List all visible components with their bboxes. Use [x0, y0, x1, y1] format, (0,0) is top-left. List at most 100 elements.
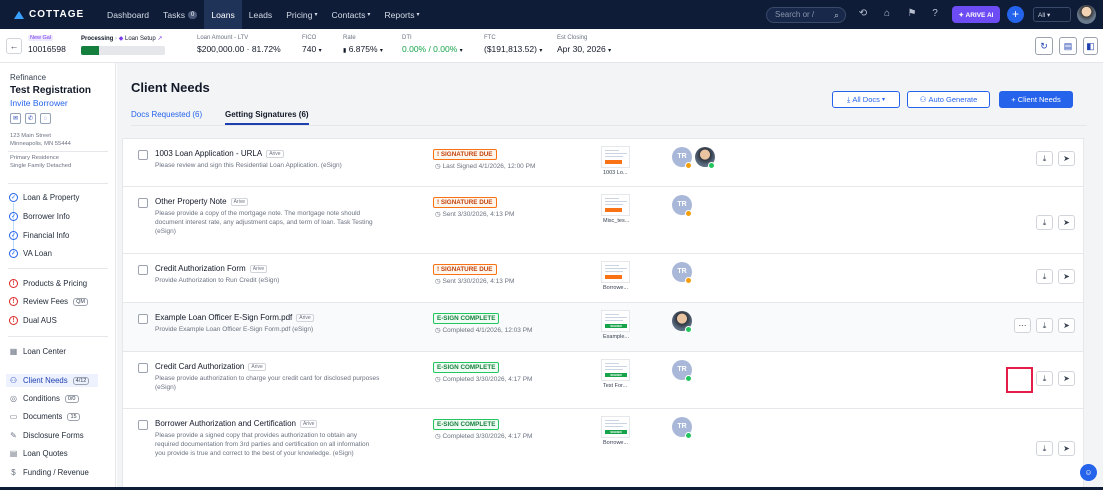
source-tag: Arive — [248, 362, 266, 371]
clock-icon: ◷ — [435, 376, 441, 383]
quote-icon: ▤ — [9, 449, 18, 458]
sidebar-item-loan-center[interactable]: ▦ Loan Center — [9, 347, 66, 356]
download-button[interactable]: ⤓ — [1036, 269, 1053, 284]
all-docs-dropdown[interactable]: ⤓ All Docs ▾ — [832, 91, 900, 108]
expand-icon[interactable]: ◧ — [1083, 37, 1098, 55]
flag-icon[interactable]: ⚑ — [906, 8, 918, 20]
sidebar-item-borrower-info[interactable]: ✓ Borrower Info — [9, 212, 70, 221]
sidebar-item-dual-aus[interactable]: ! Dual AUS — [9, 316, 57, 325]
create-button[interactable]: + — [1007, 6, 1024, 23]
thumbnail-label: 1003 Lo... — [603, 170, 628, 176]
message-icon[interactable]: ▤ — [1059, 37, 1077, 55]
sidebar-item-documents[interactable]: ▭ Documents 15 — [9, 412, 80, 421]
documents-count: 15 — [67, 412, 80, 421]
status-badge: ! SIGNATURE DUE — [433, 197, 497, 208]
table-row[interactable]: 1003 Loan Application - URLA Arive Please… — [123, 139, 1083, 187]
nav-leads[interactable]: Leads — [242, 0, 279, 29]
help-chat-button[interactable]: ☺ — [1080, 464, 1097, 481]
row-checkbox[interactable] — [138, 150, 148, 160]
download-button[interactable]: ⤓ — [1036, 318, 1053, 333]
download-button[interactable]: ⤓ — [1036, 215, 1053, 230]
loan-number: 10016598 — [28, 44, 66, 54]
sidebar-item-conditions[interactable]: ◎ Conditions 0/0 — [9, 394, 79, 403]
est-closing-value: Apr 30, 2026 — [557, 44, 606, 54]
help-icon[interactable]: ? — [929, 8, 941, 20]
nav-loans[interactable]: Loans — [204, 0, 242, 29]
document-thumbnail[interactable]: SIGNED — [601, 310, 630, 332]
sidebar-item-funding-revenue[interactable]: $ Funding / Revenue — [9, 468, 89, 477]
send-button[interactable]: ➤ — [1058, 215, 1075, 230]
download-button[interactable]: ⤓ — [1036, 441, 1053, 456]
status-date: Completed 3/30/2026, 4:17 PM — [442, 433, 533, 440]
nav-contacts[interactable]: Contacts ▾ — [325, 0, 378, 29]
row-checkbox[interactable] — [138, 198, 148, 208]
email-icon[interactable]: ✉ — [10, 113, 21, 124]
send-button[interactable]: ➤ — [1058, 371, 1075, 386]
nav-tasks[interactable]: Tasks 0 — [156, 0, 204, 29]
chevron-down-icon: ▾ — [367, 12, 371, 18]
table-row[interactable]: Example Loan Officer E-Sign Form.pdf Ariv… — [123, 303, 1083, 352]
document-thumbnail[interactable] — [601, 194, 630, 216]
loan-purpose: Refinance — [10, 73, 47, 82]
fico-value: 740 — [302, 44, 317, 54]
search-input[interactable]: Search or / ⌕ — [766, 7, 846, 23]
sidebar-item-financial-info[interactable]: ✓ Financial Info — [9, 231, 69, 240]
status-badge: E-SIGN COMPLETE — [433, 362, 500, 373]
nav-reports[interactable]: Reports ▾ — [377, 0, 426, 29]
row-checkbox[interactable] — [138, 420, 148, 430]
fico-label: FICO — [302, 35, 317, 41]
refresh-icon[interactable]: ↻ — [1035, 37, 1053, 55]
tab-docs-requested[interactable]: Docs Requested (6) — [131, 110, 202, 123]
sidebar-item-disclosure-forms[interactable]: ✎ Disclosure Forms — [9, 431, 84, 440]
sidebar-item-client-needs[interactable]: ⚇ Client Needs 4/12 — [6, 374, 98, 387]
download-button[interactable]: ⤓ — [1036, 371, 1053, 386]
more-options-button[interactable]: ⋯ — [1014, 318, 1031, 333]
chat-icon[interactable]: ◌ — [40, 113, 51, 124]
qm-pill: QM — [73, 297, 88, 306]
nav-pricing[interactable]: Pricing ▾ — [279, 0, 324, 29]
nav-dashboard[interactable]: Dashboard — [100, 0, 156, 29]
document-thumbnail[interactable] — [601, 261, 630, 283]
company-select[interactable]: All ▾ — [1033, 7, 1071, 22]
user-avatar[interactable] — [1077, 5, 1096, 24]
document-icon: ▭ — [9, 412, 18, 421]
table-row[interactable]: Credit Card Authorization Arive Please pr… — [123, 352, 1083, 409]
sidebar-item-products-pricing[interactable]: ! Products & Pricing — [9, 279, 87, 288]
send-button[interactable]: ➤ — [1058, 269, 1075, 284]
row-checkbox[interactable] — [138, 265, 148, 275]
sidebar-item-review-fees[interactable]: ! Review Fees QM — [9, 297, 88, 306]
loan-amount-label: Loan Amount - LTV — [197, 35, 249, 41]
back-button[interactable]: ← — [6, 38, 22, 54]
history-icon[interactable]: ⟲ — [857, 8, 869, 20]
send-button[interactable]: ➤ — [1058, 151, 1075, 166]
arive-ai-button[interactable]: ✦ ARIVE AI — [952, 6, 1000, 23]
clock-icon: ◷ — [435, 327, 441, 334]
step-connector — [13, 203, 14, 253]
table-row[interactable]: Borrower Authorization and Certification… — [123, 409, 1083, 491]
send-button[interactable]: ➤ — [1058, 318, 1075, 333]
add-client-needs-button[interactable]: + Client Needs — [999, 91, 1073, 108]
sidebar-item-va-loan[interactable]: ✓ VA Loan — [9, 249, 52, 258]
brand-logo[interactable]: COTTAGE — [14, 9, 100, 20]
sidebar-item-loan-property[interactable]: ✓ Loan & Property — [9, 193, 79, 202]
chevron-down-icon: ▾ — [416, 12, 420, 18]
bank-icon[interactable]: ⌂ — [881, 8, 893, 20]
sidebar-item-loan-quotes[interactable]: ▤ Loan Quotes — [9, 449, 68, 458]
tab-getting-signatures[interactable]: Getting Signatures (6) — [225, 110, 309, 125]
download-button[interactable]: ⤓ — [1036, 151, 1053, 166]
alert-circle-icon: ! — [9, 316, 18, 325]
row-checkbox[interactable] — [138, 363, 148, 373]
phone-icon[interactable]: ✆ — [25, 113, 36, 124]
loan-stage-block[interactable]: Processing › ◆ Loan Setup ↗ — [81, 35, 162, 42]
document-thumbnail[interactable] — [601, 146, 630, 168]
table-row[interactable]: Credit Authorization Form Arive Provide A… — [123, 254, 1083, 303]
document-thumbnail[interactable]: SIGNED — [601, 416, 630, 438]
document-thumbnail[interactable]: SIGNED — [601, 359, 630, 381]
send-button[interactable]: ➤ — [1058, 441, 1075, 456]
occupancy-info: Primary Residence Single Family Detached — [10, 155, 72, 169]
conditions-icon: ◎ — [10, 394, 17, 403]
auto-generate-button[interactable]: ⚇ Auto Generate — [907, 91, 990, 108]
table-row[interactable]: Other Property Note Arive Please provide … — [123, 187, 1083, 254]
invite-borrower-link[interactable]: Invite Borrower — [10, 98, 68, 108]
row-checkbox[interactable] — [138, 314, 148, 324]
